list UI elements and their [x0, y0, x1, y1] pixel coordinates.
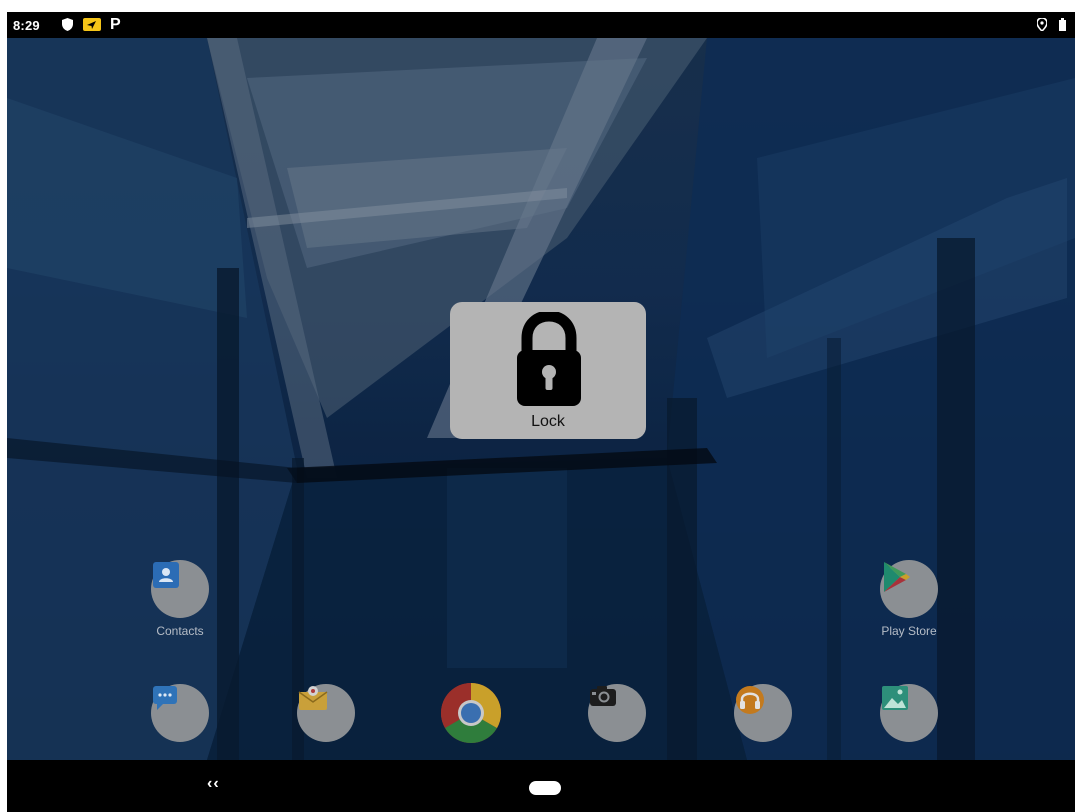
parking-icon: P [110, 16, 121, 33]
app-contacts[interactable]: Contacts [135, 560, 225, 638]
home-button[interactable] [529, 781, 561, 795]
lock-overlay[interactable]: Lock [450, 302, 646, 439]
lock-label: Lock [531, 413, 565, 430]
music-icon [734, 684, 792, 742]
navigation-icon [83, 18, 101, 31]
app-camera[interactable] [572, 684, 662, 742]
messages-icon [151, 684, 209, 742]
app-chrome[interactable] [426, 682, 516, 744]
camera-icon [588, 684, 646, 742]
back-button[interactable]: ‹‹ [207, 775, 220, 793]
contacts-icon [151, 560, 209, 618]
lock-icon [517, 312, 581, 406]
app-play-store[interactable]: Play Store [864, 560, 954, 638]
play-store-icon [880, 560, 938, 618]
email-icon [297, 684, 355, 742]
app-label: Play Store [881, 624, 937, 638]
chrome-icon [440, 682, 502, 744]
shield-icon [62, 18, 73, 31]
location-icon [1037, 18, 1047, 31]
gallery-icon [880, 684, 938, 742]
navigation-bar: ‹‹ [7, 760, 1075, 812]
app-messages[interactable] [135, 684, 225, 742]
app-label: Contacts [156, 624, 204, 638]
status-time: 8:29 [13, 18, 40, 33]
device-screen: 8:29 P Contacts Play Store Lock ‹‹ [7, 12, 1075, 812]
status-bar: 8:29 P [7, 12, 1075, 38]
battery-icon [1059, 18, 1066, 31]
app-music[interactable] [718, 684, 808, 742]
app-gallery[interactable] [864, 684, 954, 742]
app-email[interactable] [281, 684, 371, 742]
